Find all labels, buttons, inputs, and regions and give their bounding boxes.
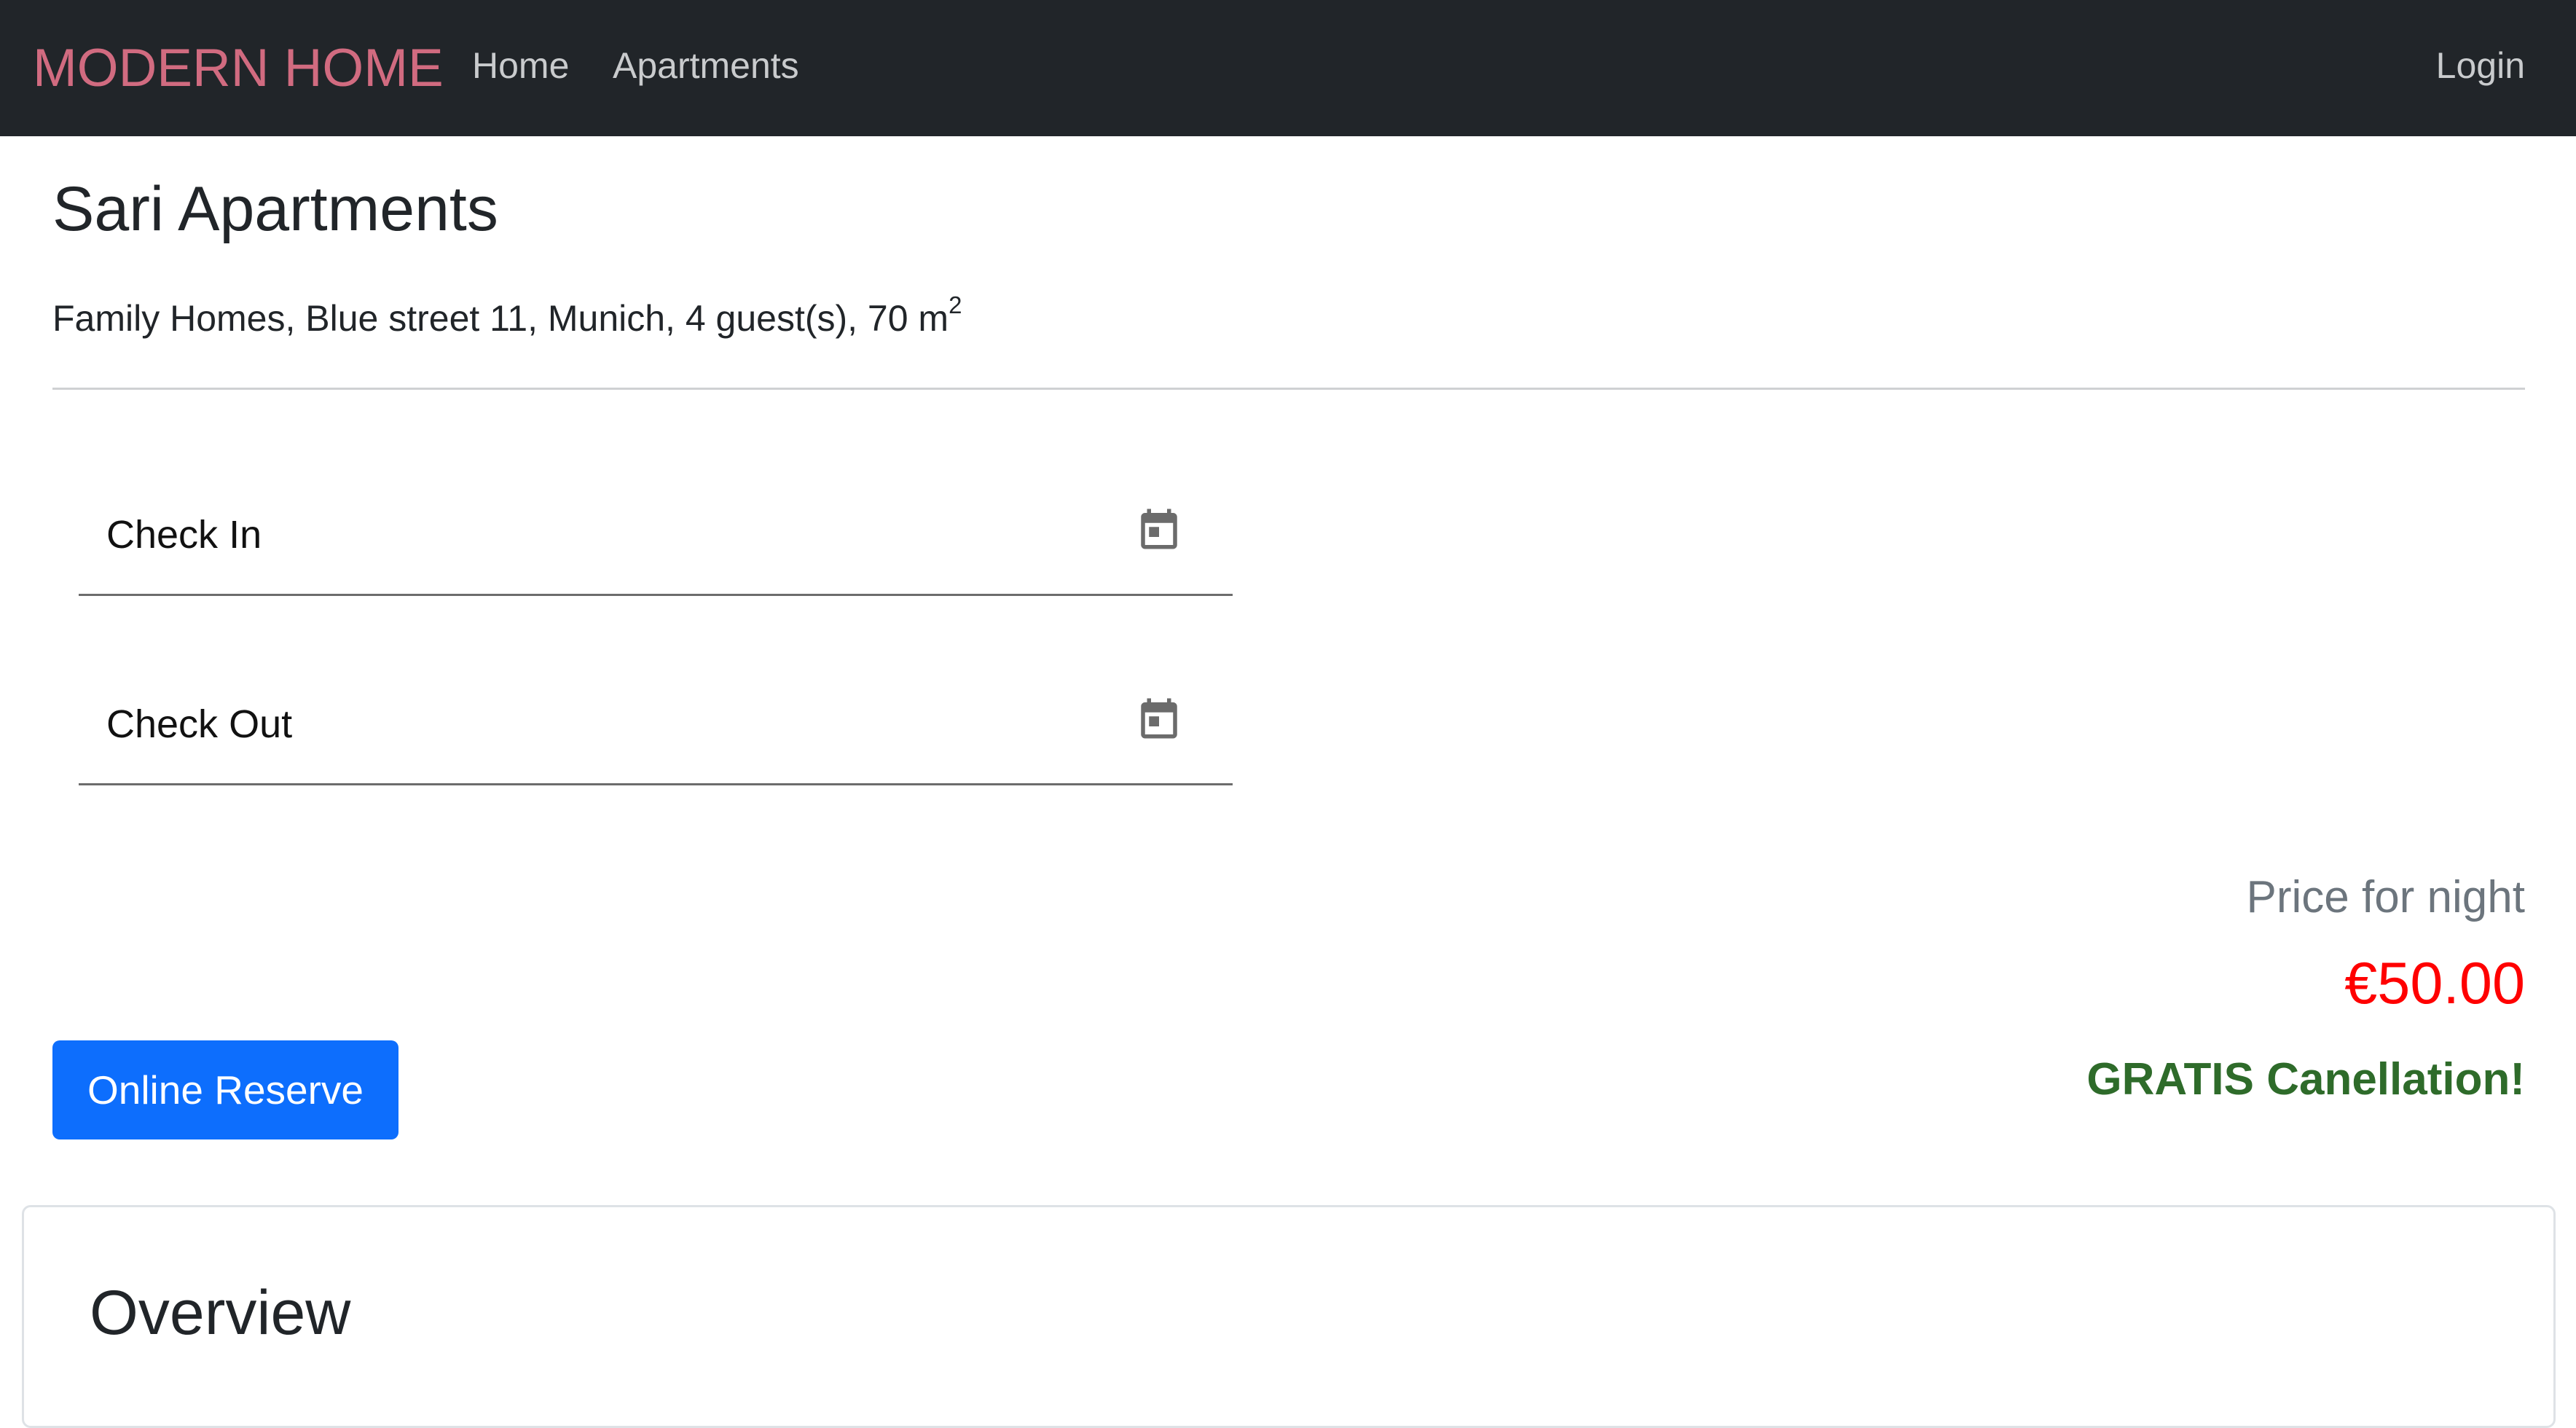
overview-title: Overview [90,1278,351,1348]
apartment-details-text: Family Homes, Blue street 11, Munich, 4 … [52,298,949,339]
overview-card: Overview [22,1205,2556,1428]
online-reserve-button[interactable]: Online Reserve [52,1040,398,1139]
nav-link-apartments[interactable]: Apartments [613,42,799,90]
check-in-field[interactable]: Check In [79,476,1233,596]
check-out-label: Check Out [106,702,293,746]
top-navbar: MODERN HOME Home Apartments Login [0,0,2576,136]
check-in-label: Check In [106,513,262,557]
check-out-field[interactable]: Check Out [79,665,1233,785]
apartment-details: Family Homes, Blue street 11, Munich, 4 … [52,290,962,347]
page-title: Sari Apartments [52,174,498,244]
price-value: €50.00 [2344,951,2525,1016]
brand-logo[interactable]: MODERN HOME [33,34,444,103]
area-superscript: 2 [949,291,962,319]
section-divider [52,388,2525,390]
price-label: Price for night [2246,872,2525,922]
calendar-icon[interactable] [1135,503,1183,554]
nav-link-login[interactable]: Login [2436,42,2525,90]
calendar-icon[interactable] [1135,693,1183,744]
nav-link-home[interactable]: Home [472,42,569,90]
cancellation-note: GRATIS Canellation! [2086,1054,2525,1105]
